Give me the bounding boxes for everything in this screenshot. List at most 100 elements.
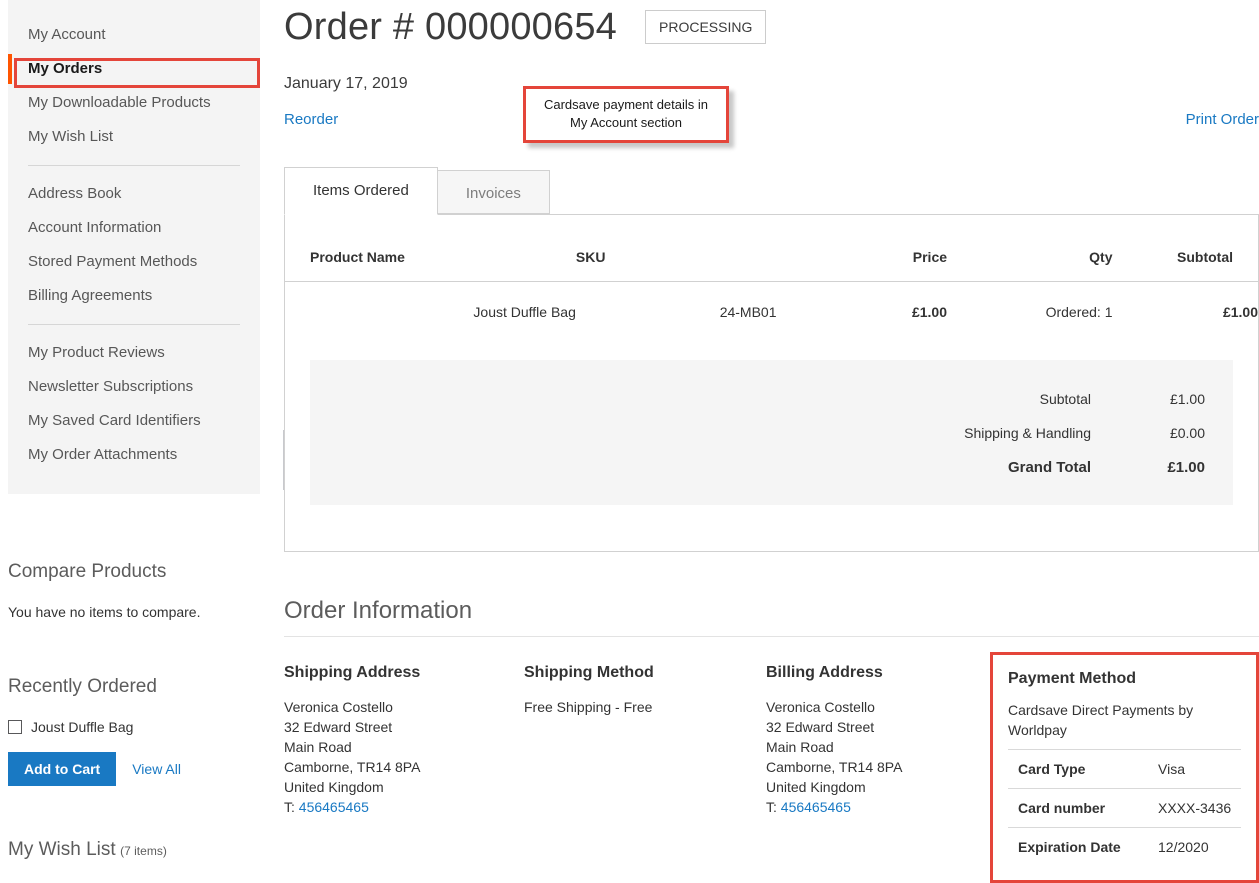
table-row: Joust Duffle Bag 24-MB01 £1.00 Ordered: … bbox=[285, 282, 1258, 343]
billing-address-phone-row: T: 456465465 bbox=[766, 797, 994, 817]
cell-sku: 24-MB01 bbox=[719, 304, 777, 320]
annotation-callout-line-2: My Account section bbox=[570, 115, 682, 130]
sidebar-item-my-account[interactable]: My Account bbox=[8, 18, 260, 52]
shipping-address-street1: 32 Edward Street bbox=[284, 719, 393, 735]
tab-label: Items Ordered bbox=[313, 182, 409, 199]
tab-items-ordered[interactable]: Items Ordered bbox=[284, 167, 438, 215]
shipping-phone-link[interactable]: 456465465 bbox=[299, 799, 369, 815]
billing-address-city-postcode: Camborne, TR14 8PA bbox=[766, 759, 903, 775]
billing-address-heading: Billing Address bbox=[766, 664, 883, 681]
column-header-product-name: Product Name bbox=[285, 215, 576, 282]
payment-label-expiration-date: Expiration Date bbox=[1008, 827, 1158, 866]
recently-ordered-block: Recently Ordered Joust Duffle Bag Add to… bbox=[8, 675, 252, 786]
cell-qty: Ordered: 1 bbox=[1045, 304, 1113, 320]
recently-ordered-title: Recently Ordered bbox=[8, 676, 157, 697]
sidebar-item-label: My Product Reviews bbox=[28, 344, 165, 361]
items-table-body: Joust Duffle Bag 24-MB01 £1.00 Ordered: … bbox=[285, 282, 1258, 343]
sidebar-item-billing-agreements[interactable]: Billing Agreements bbox=[8, 279, 260, 313]
annotation-callout-line-1: Cardsave payment details in bbox=[543, 97, 709, 112]
sidebar-item-label: Stored Payment Methods bbox=[28, 253, 198, 270]
print-order-link[interactable]: Print Order bbox=[1186, 111, 1259, 128]
billing-address-block: Billing Address Veronica Costello 32 Edw… bbox=[766, 663, 994, 883]
sidebar-item-my-order-attachments[interactable]: My Order Attachments bbox=[8, 438, 260, 472]
list-item-label: Joust Duffle Bag bbox=[31, 719, 134, 735]
totals-value-shipping: £0.00 bbox=[1169, 425, 1205, 441]
sidebar-item-label: Address Book bbox=[28, 185, 122, 202]
nav-group-settings: Address Book Account Information Stored … bbox=[8, 177, 260, 313]
totals-value-grand-total: £1.00 bbox=[1167, 459, 1205, 476]
compare-products-block: Compare Products You have no items to co… bbox=[8, 560, 252, 622]
tab-invoices[interactable]: Invoices bbox=[437, 170, 550, 214]
totals-label-subtotal: Subtotal bbox=[1039, 391, 1091, 407]
order-information-section: Order Information Shipping Address Veron… bbox=[284, 596, 1259, 883]
totals-row-shipping: Shipping & Handling £0.00 bbox=[310, 416, 1233, 450]
shipping-address-block: Shipping Address Veronica Costello 32 Ed… bbox=[284, 663, 524, 883]
sidebar-item-my-product-reviews[interactable]: My Product Reviews bbox=[8, 336, 260, 370]
order-date: January 17, 2019 bbox=[284, 75, 408, 92]
totals-label-grand-total: Grand Total bbox=[1007, 459, 1091, 476]
view-all-link[interactable]: View All bbox=[132, 761, 181, 777]
shipping-address-phone-row: T: 456465465 bbox=[284, 797, 524, 817]
sidebar-item-newsletter-subscriptions[interactable]: Newsletter Subscriptions bbox=[8, 370, 260, 404]
shipping-method-heading: Shipping Method bbox=[524, 664, 654, 681]
totals-value-subtotal: £1.00 bbox=[1169, 391, 1205, 407]
items-table: Product Name SKU Price Qty Subtotal Jous… bbox=[285, 215, 1258, 342]
page-title: Order # 000000654 bbox=[284, 6, 617, 48]
sidebar-item-my-saved-card-identifiers[interactable]: My Saved Card Identifiers bbox=[8, 404, 260, 438]
sidebar-item-my-orders[interactable]: My Orders bbox=[8, 52, 260, 86]
payment-details-table: Card Type Visa Card number XXXX-3436 Exp… bbox=[1008, 749, 1241, 866]
billing-address-street2: Main Road bbox=[766, 739, 834, 755]
payment-label-card-type: Card Type bbox=[1008, 749, 1158, 789]
payment-label-card-number: Card number bbox=[1008, 788, 1158, 828]
page-header: Order # 000000654 PROCESSING January 17,… bbox=[284, 0, 1259, 143]
nav-divider-1 bbox=[28, 165, 240, 166]
payment-method-name: Cardsave Direct Payments by Worldpay bbox=[1008, 702, 1194, 738]
sidebar-item-my-wish-list[interactable]: My Wish List bbox=[8, 120, 260, 154]
nav-group-extras: My Product Reviews Newsletter Subscripti… bbox=[8, 336, 260, 472]
sidebar-item-label: My Wish List bbox=[28, 128, 114, 145]
sidebar-item-label: My Orders bbox=[28, 60, 103, 77]
shipping-method-block: Shipping Method Free Shipping - Free bbox=[524, 663, 766, 883]
shipping-address-name: Veronica Costello bbox=[284, 699, 393, 715]
table-header-row: Product Name SKU Price Qty Subtotal bbox=[285, 215, 1258, 282]
annotation-callout: Cardsave payment details in My Account s… bbox=[523, 86, 729, 143]
column-header-sku: SKU bbox=[575, 215, 777, 282]
shipping-address-country: United Kingdom bbox=[284, 779, 384, 795]
sidebar-item-label: My Account bbox=[28, 26, 106, 43]
order-tabs: Items Ordered Invoices bbox=[284, 167, 1259, 215]
shipping-address-heading: Shipping Address bbox=[284, 664, 421, 681]
payment-row-card-number: Card number XXXX-3436 bbox=[1008, 788, 1241, 828]
payment-value-card-type: Visa bbox=[1158, 749, 1241, 789]
account-navigation: My Account My Orders My Downloadable Pro… bbox=[8, 0, 260, 494]
column-header-price: Price bbox=[776, 215, 948, 282]
shipping-phone-prefix: T: bbox=[284, 799, 295, 815]
sidebar-item-label: Newsletter Subscriptions bbox=[28, 378, 194, 395]
sidebar-item-label: My Order Attachments bbox=[28, 446, 178, 463]
list-item[interactable]: Joust Duffle Bag bbox=[8, 717, 252, 737]
sidebar-item-label: Account Information bbox=[28, 219, 162, 236]
active-accent-bar bbox=[8, 54, 12, 84]
payment-value-card-number: XXXX-3436 bbox=[1158, 788, 1241, 828]
column-header-subtotal: Subtotal bbox=[1112, 215, 1258, 282]
main-content: Order # 000000654 PROCESSING January 17,… bbox=[284, 0, 1259, 883]
cell-price: £1.00 bbox=[911, 304, 948, 320]
cell-product-name: Joust Duffle Bag bbox=[473, 304, 576, 320]
sidebar-item-account-information[interactable]: Account Information bbox=[8, 211, 260, 245]
sidebar-item-stored-payment-methods[interactable]: Stored Payment Methods bbox=[8, 245, 260, 279]
totals-label-shipping: Shipping & Handling bbox=[964, 425, 1091, 441]
panel-bottom-spacer bbox=[285, 505, 1258, 551]
sidebar: My Account My Orders My Downloadable Pro… bbox=[0, 0, 260, 864]
reorder-link[interactable]: Reorder bbox=[284, 111, 338, 128]
section-divider bbox=[284, 636, 1259, 637]
items-ordered-panel: Product Name SKU Price Qty Subtotal Jous… bbox=[284, 214, 1259, 552]
product-checkbox[interactable] bbox=[8, 720, 22, 734]
payment-row-expiration-date: Expiration Date 12/2020 bbox=[1008, 827, 1241, 866]
billing-phone-link[interactable]: 456465465 bbox=[781, 799, 851, 815]
sidebar-item-my-downloadable-products[interactable]: My Downloadable Products bbox=[8, 86, 260, 120]
order-information-title: Order Information bbox=[284, 597, 473, 624]
sidebar-item-label: Billing Agreements bbox=[28, 287, 153, 304]
add-to-cart-button[interactable]: Add to Cart bbox=[8, 752, 117, 786]
payment-value-expiration-date: 12/2020 bbox=[1158, 827, 1241, 866]
sidebar-item-address-book[interactable]: Address Book bbox=[8, 177, 260, 211]
order-information-columns: Shipping Address Veronica Costello 32 Ed… bbox=[284, 652, 1259, 883]
